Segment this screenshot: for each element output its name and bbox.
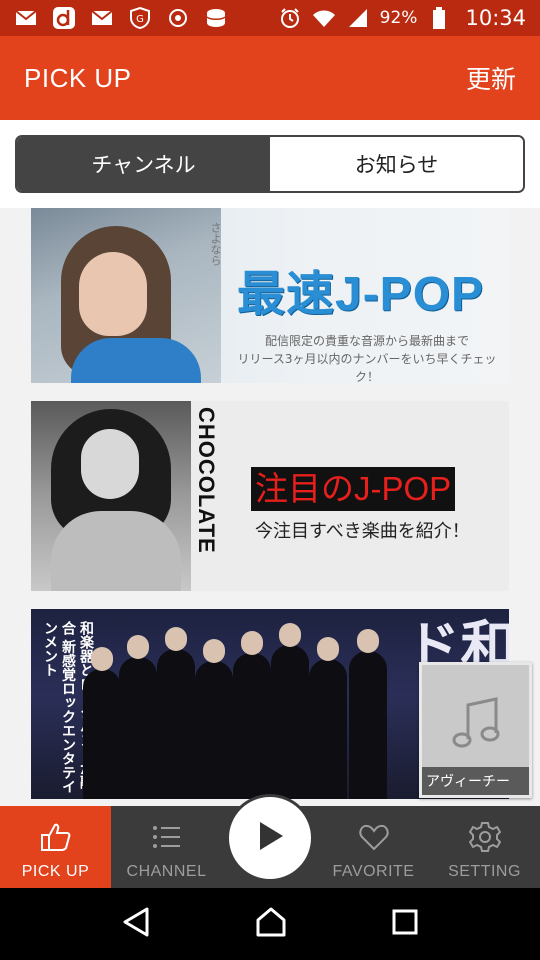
banner-vertical-text: さよなら	[209, 222, 222, 266]
shield-icon: G	[128, 7, 152, 29]
banner-title: 注目のJ-POP	[251, 467, 456, 511]
home-icon[interactable]	[254, 907, 288, 941]
alarm-icon	[278, 7, 302, 29]
notification-icons: G	[14, 7, 228, 29]
battery-percent: 92%	[379, 8, 418, 28]
artist-photo	[31, 401, 191, 591]
mail-icon	[90, 7, 114, 29]
tab-bar: チャンネル お知らせ	[0, 120, 540, 208]
banner-subtitle: 配信限定の貴重な音源から最新曲まで リリース3ヶ月以内のナンバーをいち早くチェッ…	[227, 332, 507, 383]
nav-label: PICK UP	[21, 863, 90, 880]
band-photo	[83, 623, 403, 799]
nav-channel[interactable]: CHANNEL	[111, 806, 222, 888]
nav-label: FAVORITE	[332, 863, 415, 880]
thumbs-up-icon	[40, 815, 72, 859]
back-icon[interactable]	[121, 906, 151, 942]
banner-subtitle-line: リリース3ヶ月以内のナンバーをいち早くチェック！	[237, 352, 497, 383]
banner-subtitle: 今注目すべき楽曲を紹介！	[255, 521, 470, 542]
recents-icon[interactable]	[391, 908, 419, 940]
music-note-icon	[452, 695, 502, 755]
banner-featured-jpop[interactable]: CHOCOLATE 注目のJ-POP 今注目すべき楽曲を紹介！	[31, 401, 509, 591]
segmented-control: チャンネル お知らせ	[15, 135, 525, 193]
clock: 10:34	[465, 6, 526, 30]
status-bar: G 92% 10:34	[0, 0, 540, 36]
signal-icon	[346, 7, 370, 29]
storage-icon	[204, 7, 228, 29]
system-nav-bar	[0, 888, 540, 960]
mail-icon	[14, 7, 38, 29]
battery-icon	[427, 7, 451, 29]
nav-pick-up[interactable]: PICK UP	[0, 806, 111, 888]
svg-text:G: G	[136, 14, 144, 25]
play-button[interactable]	[226, 794, 314, 882]
nav-label: SETTING	[448, 863, 521, 880]
nav-favorite[interactable]: FAVORITE	[318, 806, 429, 888]
artist-photo	[31, 208, 221, 383]
refresh-button[interactable]: 更新	[466, 60, 516, 96]
heart-icon	[358, 815, 389, 859]
list-icon	[152, 815, 182, 859]
d-icon	[52, 7, 76, 29]
banner-title: 最速J-POP	[237, 268, 485, 321]
play-icon	[255, 820, 285, 856]
banner-fastest-jpop[interactable]: さよなら 最速J-POP 配信限定の貴重な音源から最新曲まで リリース3ヶ月以内…	[31, 208, 509, 383]
nav-setting[interactable]: SETTING	[429, 806, 540, 888]
tab-channel[interactable]: チャンネル	[17, 137, 270, 191]
mini-player-artist: アヴィーチー	[422, 767, 529, 795]
banner-subtitle-line: 配信限定の貴重な音源から最新曲まで	[264, 334, 469, 348]
system-status: 92% 10:34	[278, 6, 526, 30]
app-bar: PICK UP 更新	[0, 36, 540, 120]
page-title: PICK UP	[24, 62, 132, 93]
mini-player[interactable]: アヴィーチー	[419, 662, 532, 798]
recorder-icon	[166, 7, 190, 29]
gear-icon	[468, 815, 501, 859]
banner-side-text: CHOCOLATE	[194, 407, 219, 554]
tab-news[interactable]: お知らせ	[270, 137, 523, 191]
wifi-icon	[312, 7, 336, 29]
nav-label: CHANNEL	[126, 863, 207, 880]
